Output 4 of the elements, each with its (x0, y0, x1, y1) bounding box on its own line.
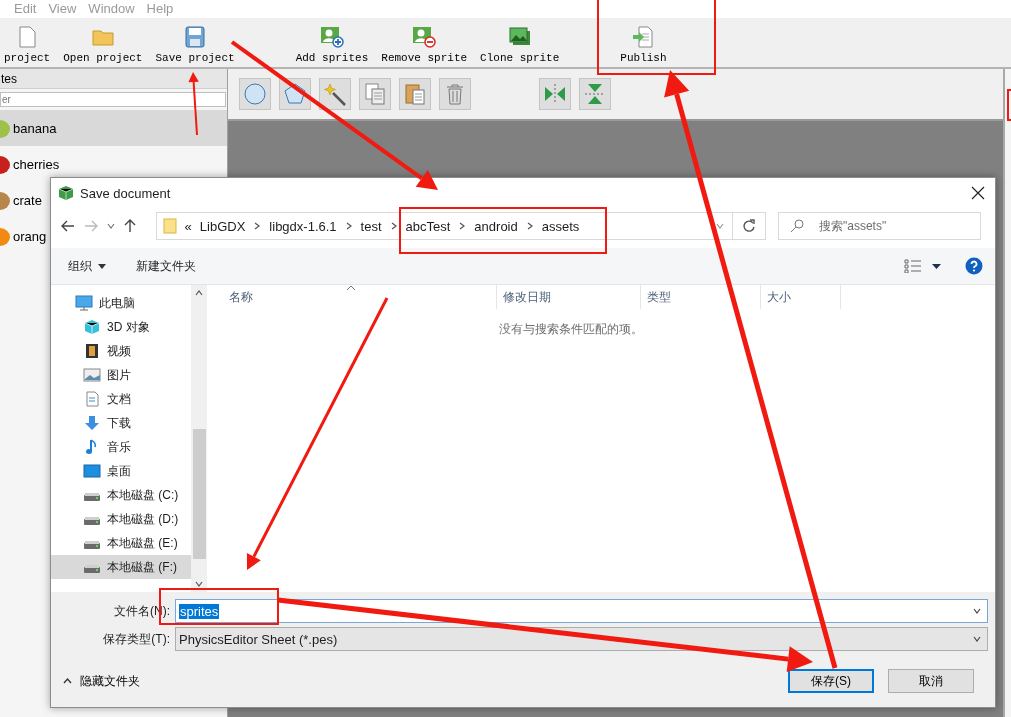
dialog-title: Save document (80, 185, 172, 201)
panel-title: tes (0, 69, 227, 89)
field-label: 保存类型(T): (102, 630, 171, 648)
empty-message: 没有与搜索条件匹配的项。 (499, 321, 643, 338)
